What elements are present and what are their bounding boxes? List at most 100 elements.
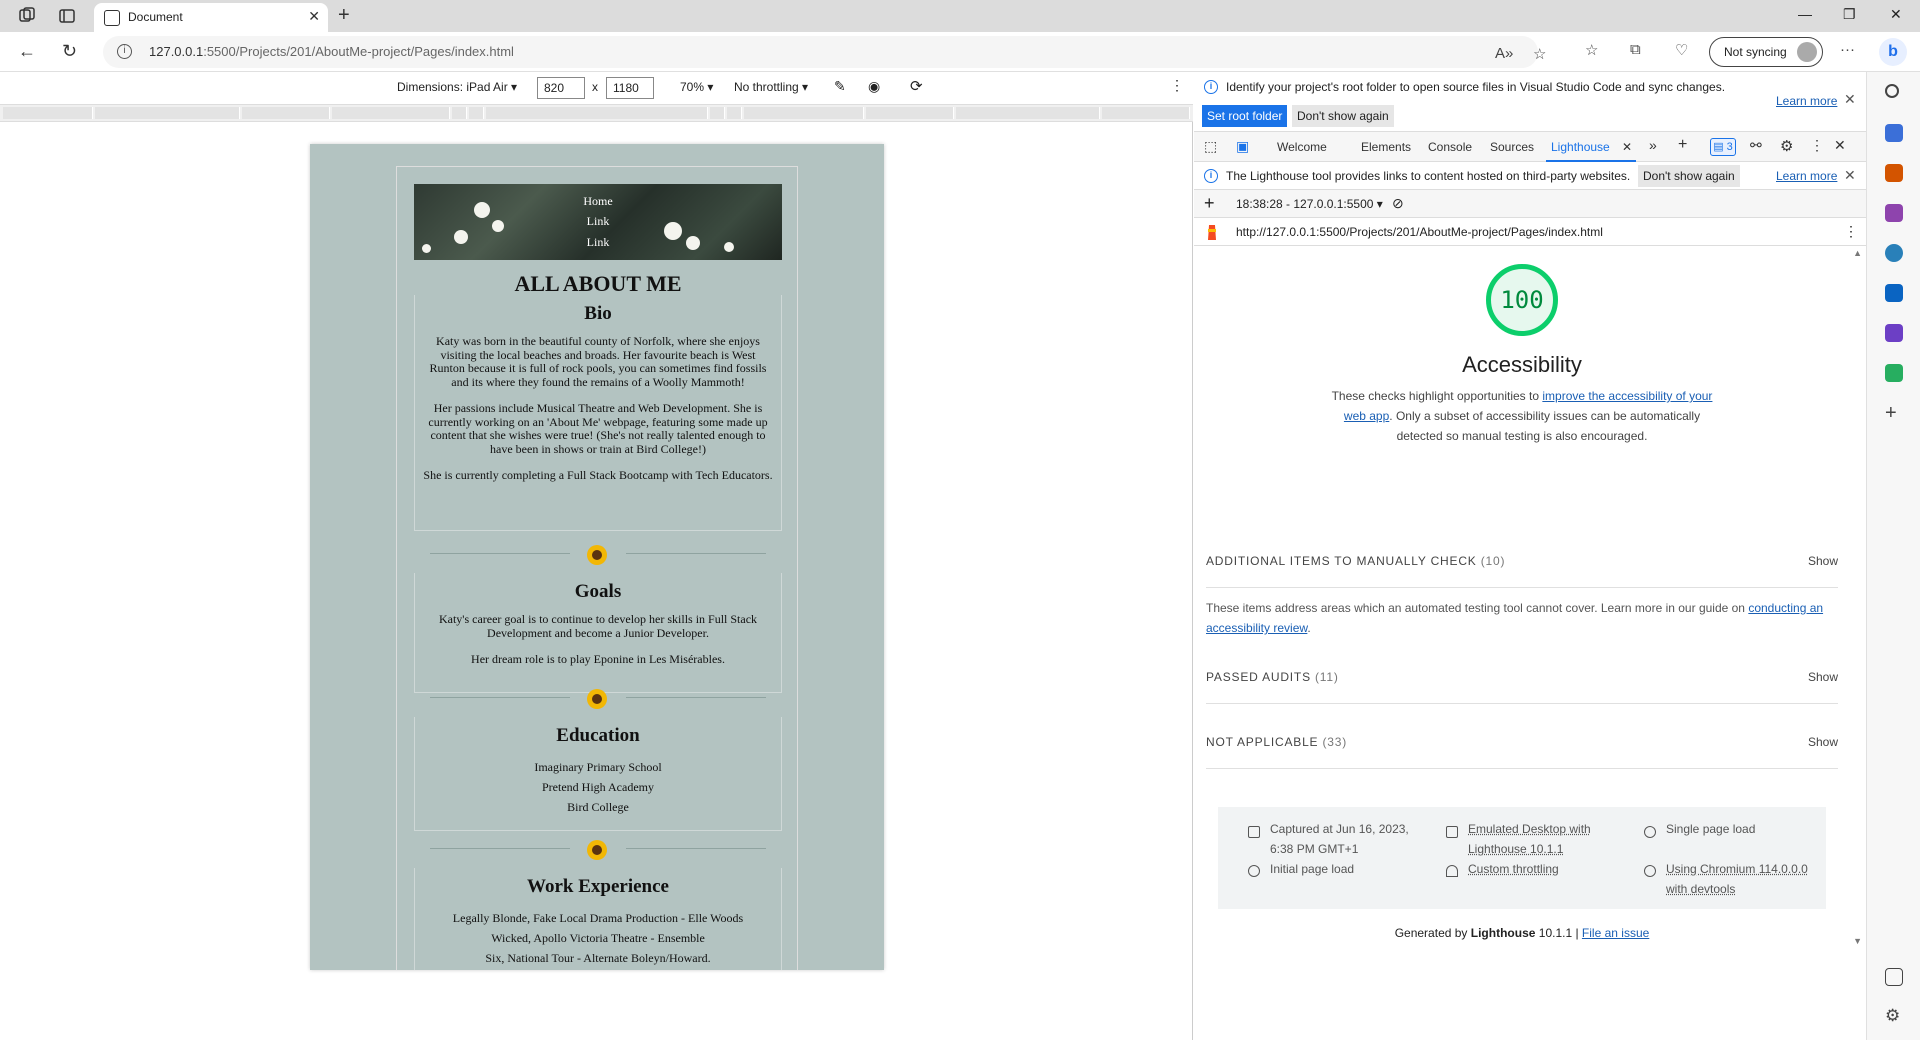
dont-show-again-button[interactable]: Don't show again	[1638, 165, 1740, 187]
issues-badge[interactable]: ▤ 3	[1710, 138, 1736, 156]
report-url: http://127.0.0.1:5500/Projects/201/About…	[1236, 225, 1603, 239]
emulated-device[interactable]: Emulated Desktop with Lighthouse 10.1.1	[1468, 819, 1598, 859]
report-menu-icon[interactable]: ⋮	[1844, 223, 1858, 240]
throttling-info[interactable]: Custom throttling	[1468, 859, 1559, 879]
connect-icon[interactable]: ⚯	[1750, 137, 1762, 154]
device-toolbar: Dimensions: iPad Air ▾ 820 x 1180 70% ▾ …	[0, 72, 1193, 104]
customize-menu-icon[interactable]: ⋮	[1810, 137, 1824, 154]
clear-reports-icon[interactable]: ⊘	[1392, 195, 1404, 212]
back-icon[interactable]: ←	[18, 41, 36, 62]
device-toolbar-more-icon[interactable]: ⋮	[1170, 77, 1184, 94]
passed-audits-group[interactable]: PASSED AUDITS (11) Show	[1206, 670, 1838, 704]
close-window-icon[interactable]: ✕	[1890, 6, 1902, 23]
vision-deficiency-icon[interactable]: ◉	[868, 78, 880, 95]
close-notice-icon[interactable]: ✕	[1844, 167, 1856, 184]
file-issue-link[interactable]: File an issue	[1582, 926, 1649, 940]
tools-briefcase-icon[interactable]	[1885, 164, 1903, 182]
rotate-icon[interactable]: ⟳	[910, 77, 923, 95]
tab-welcome[interactable]: Welcome	[1277, 140, 1327, 154]
site-info-icon[interactable]: i	[117, 44, 132, 59]
score-gauge[interactable]: 100	[1486, 264, 1558, 336]
browser-tab[interactable]: Document ✕	[94, 3, 328, 32]
add-tab-icon[interactable]: +	[1678, 136, 1687, 154]
infobar-text: Identify your project's root folder to o…	[1226, 80, 1726, 94]
goals-heading: Goals	[574, 581, 622, 602]
hero-banner: Home Link Link	[414, 184, 782, 260]
favorites-icon[interactable]: ☆	[1585, 41, 1598, 59]
search-icon[interactable]	[1885, 84, 1899, 98]
scroll-down-arrow-icon[interactable]: ▼	[1853, 936, 1862, 946]
bio-paragraph: Katy was born in the beautiful county of…	[429, 334, 767, 389]
drop-icon[interactable]	[1885, 364, 1903, 382]
tab-sources[interactable]: Sources	[1490, 140, 1534, 154]
learn-more-link[interactable]: Learn more	[1776, 94, 1837, 108]
new-tab-icon[interactable]: +	[338, 4, 350, 27]
settings-icon[interactable]: ⚙	[1780, 137, 1793, 155]
hide-sidebar-icon[interactable]	[1885, 968, 1903, 986]
workspace-infobar: i Identify your project's root folder to…	[1194, 72, 1866, 132]
dont-show-again-button[interactable]: Don't show again	[1292, 105, 1394, 127]
more-menu-icon[interactable]: ···	[1840, 41, 1855, 58]
more-tabs-icon[interactable]: »	[1649, 137, 1657, 153]
shopping-tag-icon[interactable]	[1885, 124, 1903, 142]
close-infobar-icon[interactable]: ✕	[1844, 91, 1856, 108]
restore-icon[interactable]: ❐	[1843, 6, 1856, 23]
designer-icon[interactable]	[1885, 324, 1903, 342]
report-select[interactable]: 18:38:28 - 127.0.0.1:5500 ▾	[1236, 197, 1383, 211]
show-toggle[interactable]: Show	[1808, 670, 1838, 684]
outlook-icon[interactable]	[1885, 284, 1903, 302]
nav-link-1[interactable]: Link	[414, 214, 782, 229]
url-text[interactable]: 127.0.0.1:5500/Projects/201/AboutMe-proj…	[149, 44, 514, 59]
microsoft-365-icon[interactable]	[1885, 244, 1903, 262]
tab-console[interactable]: Console	[1428, 140, 1472, 154]
learn-more-link[interactable]: Learn more	[1776, 169, 1837, 183]
address-bar[interactable]: i 127.0.0.1:5500/Projects/201/AboutMe-pr…	[103, 36, 1546, 68]
extensions-icon[interactable]: ♡	[1675, 41, 1688, 59]
profile-sync-button[interactable]: Not syncing	[1709, 37, 1823, 67]
close-devtools-icon[interactable]: ✕	[1834, 137, 1846, 154]
calendar-icon	[1248, 826, 1260, 838]
device-select[interactable]: Dimensions: iPad Air ▾	[397, 80, 517, 94]
favorite-star-icon[interactable]: ☆	[1533, 45, 1546, 63]
lighthouse-notice-text: The Lighthouse tool provides links to co…	[1226, 169, 1631, 183]
toggle-inspect-icon[interactable]: ⬚	[1204, 138, 1217, 155]
toggle-device-icon[interactable]: ▣	[1236, 138, 1249, 155]
width-input[interactable]: 820	[537, 77, 585, 99]
title-bar: Document ✕ + — ❐ ✕	[0, 0, 1920, 32]
tab-lighthouse[interactable]: Lighthouse	[1551, 140, 1610, 154]
games-icon[interactable]	[1885, 204, 1903, 222]
read-aloud-icon[interactable]: A»	[1495, 45, 1513, 62]
throttling-select[interactable]: No throttling ▾	[734, 80, 808, 94]
height-input[interactable]: 1180	[606, 77, 654, 99]
refresh-icon[interactable]: ↻	[62, 41, 77, 62]
workspaces-icon[interactable]	[18, 7, 36, 25]
close-tab-icon[interactable]: ✕	[1622, 140, 1632, 154]
category-title: Accessibility	[1462, 352, 1582, 377]
not-applicable-group[interactable]: NOT APPLICABLE (33) Show	[1206, 735, 1838, 769]
media-query-ruler[interactable]	[0, 104, 1193, 122]
add-sidebar-app-icon[interactable]: +	[1885, 402, 1903, 424]
bing-copilot-icon[interactable]: b	[1879, 38, 1907, 66]
work-item: Wicked, Apollo Victoria Theatre - Ensemb…	[491, 931, 705, 945]
nav-link-2[interactable]: Link	[414, 235, 782, 250]
chromium-version[interactable]: Using Chromium 114.0.0.0 with devtools	[1666, 859, 1816, 899]
scroll-up-arrow-icon[interactable]: ▲	[1853, 248, 1862, 258]
work-experience-section: Work Experience Legally Blonde, Fake Loc…	[414, 868, 782, 970]
minimize-icon[interactable]: —	[1798, 6, 1812, 22]
set-root-folder-button[interactable]: Set root folder	[1202, 105, 1288, 127]
manual-checks-group[interactable]: ADDITIONAL ITEMS TO MANUALLY CHECK (10) …	[1206, 554, 1838, 588]
sunflower-icon	[587, 840, 607, 860]
zoom-select[interactable]: 70% ▾	[680, 80, 713, 94]
collections-icon[interactable]: ⧉	[1630, 41, 1641, 58]
eyedropper-icon[interactable]: ✎	[834, 78, 846, 95]
tab-actions-icon[interactable]	[58, 7, 76, 25]
show-toggle[interactable]: Show	[1808, 554, 1838, 568]
nav-link-home[interactable]: Home	[414, 194, 782, 209]
show-toggle[interactable]: Show	[1808, 735, 1838, 749]
sidebar-settings-icon[interactable]: ⚙	[1885, 1006, 1903, 1025]
new-report-icon[interactable]: +	[1204, 193, 1215, 214]
work-heading: Work Experience	[527, 876, 669, 897]
sunflower-divider	[414, 539, 782, 569]
close-tab-icon[interactable]: ✕	[308, 8, 320, 25]
tab-elements[interactable]: Elements	[1361, 140, 1411, 154]
